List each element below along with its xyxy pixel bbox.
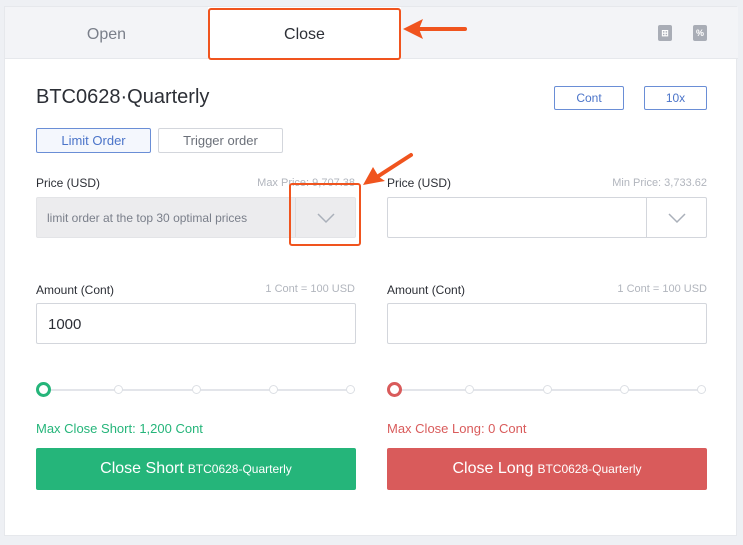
chevron-down-icon (668, 213, 686, 224)
trade-panel: Open Close ⊞ % BTC0628·Quarterly Cont 10… (4, 6, 738, 536)
close-short-button[interactable]: Close Short BTC0628-Quarterly (36, 448, 356, 490)
right-price-dropdown[interactable] (646, 198, 706, 237)
left-slider-step-50[interactable] (192, 385, 201, 394)
min-price-hint: Min Price: 3,733.62 (612, 177, 707, 189)
trigger-order-button[interactable]: Trigger order (158, 128, 283, 153)
right-amount-label: Amount (Cont) (387, 283, 466, 297)
left-slider-step-25[interactable] (114, 385, 123, 394)
right-price-label: Price (USD) (387, 176, 452, 190)
tab-bar: Open Close ⊞ % (5, 7, 738, 60)
leverage-button[interactable]: 10x (644, 86, 707, 110)
right-amount-hint: 1 Cont = 100 USD (617, 283, 707, 295)
tab-open[interactable]: Open (5, 7, 208, 59)
right-slider-step-25[interactable] (465, 385, 474, 394)
close-long-button[interactable]: Close Long BTC0628-Quarterly (387, 448, 707, 490)
max-close-long: Max Close Long: 0 Cont (387, 421, 527, 436)
left-amount-hint: 1 Cont = 100 USD (265, 283, 355, 295)
left-slider-knob[interactable] (36, 382, 51, 397)
chevron-down-icon (317, 213, 335, 224)
tab-close[interactable]: Close (208, 7, 401, 60)
left-amount-label: Amount (Cont) (36, 283, 115, 297)
unit-button[interactable]: Cont (554, 86, 624, 110)
percent-icon[interactable]: % (693, 25, 707, 41)
right-amount-input[interactable] (387, 303, 707, 344)
left-price-label: Price (USD) (36, 176, 101, 190)
calculator-icon[interactable]: ⊞ (658, 25, 672, 41)
close-long-label: Close Long (452, 460, 534, 477)
max-price-hint: Max Price: 9,707.38 (257, 177, 355, 189)
left-slider-step-100[interactable] (346, 385, 355, 394)
right-slider-knob[interactable] (387, 382, 402, 397)
left-price-select-text: limit order at the top 30 optimal prices (47, 211, 248, 225)
close-short-contract: BTC0628-Quarterly (187, 462, 292, 476)
right-slider-step-50[interactable] (543, 385, 552, 394)
limit-order-button[interactable]: Limit Order (36, 128, 151, 153)
left-amount-input[interactable]: 1000 (36, 303, 356, 344)
left-amount-value: 1000 (48, 316, 82, 333)
max-close-short: Max Close Short: 1,200 Cont (36, 421, 203, 436)
left-price-dropdown[interactable] (295, 198, 355, 237)
contract-title: BTC0628·Quarterly (36, 86, 210, 108)
close-short-label: Close Short (100, 460, 184, 477)
right-slider-step-100[interactable] (697, 385, 706, 394)
right-slider-step-75[interactable] (620, 385, 629, 394)
close-long-contract: BTC0628-Quarterly (537, 462, 642, 476)
left-slider-step-75[interactable] (269, 385, 278, 394)
right-price-input[interactable] (387, 197, 707, 238)
left-price-select[interactable]: limit order at the top 30 optimal prices (36, 197, 356, 238)
